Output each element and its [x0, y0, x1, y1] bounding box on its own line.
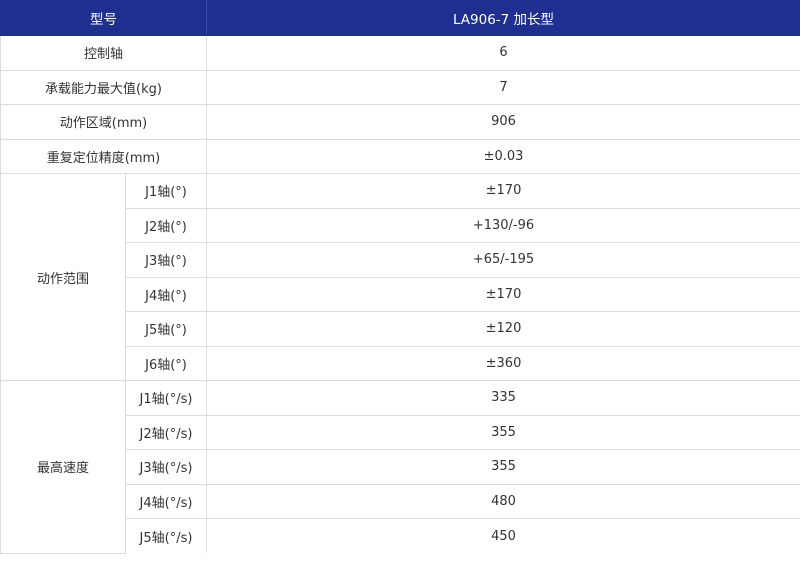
- motion-range-axis-label: J5轴(°): [125, 311, 207, 347]
- table-row: 承载能力最大值(kg) 7: [0, 69, 800, 105]
- motion-range-axis-value: ±170: [206, 173, 800, 209]
- motion-range-axis-label: J3轴(°): [125, 242, 207, 278]
- motion-range-axis-value: +130/-96: [206, 207, 800, 243]
- max-speed-axis-label: J2轴(°/s): [125, 414, 207, 450]
- max-speed-axis-value: 355: [206, 414, 800, 450]
- row-label-repeatability: 重复定位精度(mm): [0, 138, 207, 174]
- max-speed-axis-value: 480: [206, 483, 800, 519]
- max-speed-axis-label: J5轴(°/s): [125, 518, 207, 553]
- max-speed-axis-value: 335: [206, 380, 800, 416]
- table-row: 动作范围 J1轴(°) ±170: [0, 173, 800, 381]
- header-row: 型号 LA906-7 加长型: [0, 0, 800, 36]
- header-model-label: 型号: [0, 0, 207, 36]
- max-speed-axis-value: 450: [206, 518, 800, 553]
- spec-table: 型号 LA906-7 加长型 控制轴 6 承载能力最大值(kg) 7 动作区域(…: [0, 0, 800, 554]
- motion-range-axis-label: J2轴(°): [125, 207, 207, 243]
- motion-range-axis-label: J6轴(°): [125, 345, 207, 381]
- group-label-motion-range: 动作范围: [0, 173, 126, 381]
- motion-range-axis-value: ±360: [206, 345, 800, 381]
- group-label-max-speed: 最高速度: [0, 380, 126, 554]
- table-row: 重复定位精度(mm) ±0.03: [0, 138, 800, 174]
- motion-range-axis-label: J1轴(°): [125, 173, 207, 209]
- table-row: 动作区域(mm) 906: [0, 104, 800, 140]
- table-row: 控制轴 6: [0, 35, 800, 71]
- max-speed-axis-label: J1轴(°/s): [125, 380, 207, 416]
- max-speed-axis-label: J4轴(°/s): [125, 483, 207, 519]
- row-value-max-payload: 7: [206, 69, 800, 105]
- motion-range-axis-value: ±120: [206, 311, 800, 347]
- row-value-repeatability: ±0.03: [206, 138, 800, 174]
- table-row: 最高速度 J1轴(°/s) 335: [0, 380, 800, 554]
- row-label-working-range: 动作区域(mm): [0, 104, 207, 140]
- max-speed-axis-label: J3轴(°/s): [125, 449, 207, 485]
- row-label-max-payload: 承载能力最大值(kg): [0, 69, 207, 105]
- row-value-working-range: 906: [206, 104, 800, 140]
- motion-range-axis-value: +65/-195: [206, 242, 800, 278]
- header-model-value: LA906-7 加长型: [206, 0, 800, 36]
- row-label-control-axes: 控制轴: [0, 35, 207, 71]
- row-value-control-axes: 6: [206, 35, 800, 71]
- motion-range-axis-value: ±170: [206, 276, 800, 312]
- max-speed-axis-value: 355: [206, 449, 800, 485]
- motion-range-axis-label: J4轴(°): [125, 276, 207, 312]
